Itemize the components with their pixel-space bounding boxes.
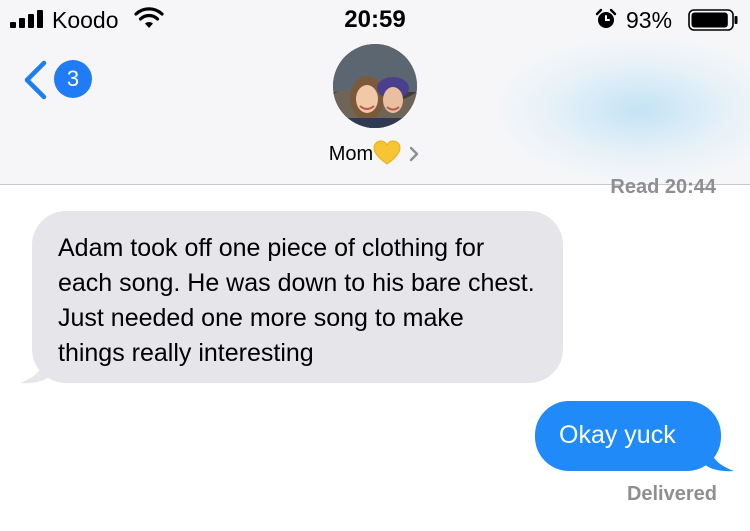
contact-avatar[interactable] [333, 44, 417, 128]
alarm-icon [595, 8, 617, 28]
outgoing-message-bubble[interactable]: Okay yuck [535, 401, 721, 471]
read-receipt: Read 20:44 [610, 176, 716, 198]
battery-percent: 93% [626, 7, 673, 33]
yellow-heart-icon [373, 140, 401, 165]
battery-icon [688, 9, 738, 31]
chevron-left-icon [24, 60, 47, 100]
contact-name: Mom [328, 143, 374, 165]
back-button[interactable]: 3 [22, 58, 102, 102]
incoming-message-bubble[interactable]: Adam took off one piece of clothing for … [32, 211, 563, 383]
delivery-status: Delivered [626, 483, 717, 505]
status-bar: Koodo 20:59 93% [0, 0, 750, 40]
conversation-header: Koodo 20:59 93% 3 Mom [0, 0, 750, 185]
chevron-right-icon [410, 146, 419, 162]
unread-count-badge: 3 [54, 60, 92, 98]
avatar-photo [333, 44, 417, 128]
contact-details-button[interactable]: Mom [0, 140, 750, 166]
